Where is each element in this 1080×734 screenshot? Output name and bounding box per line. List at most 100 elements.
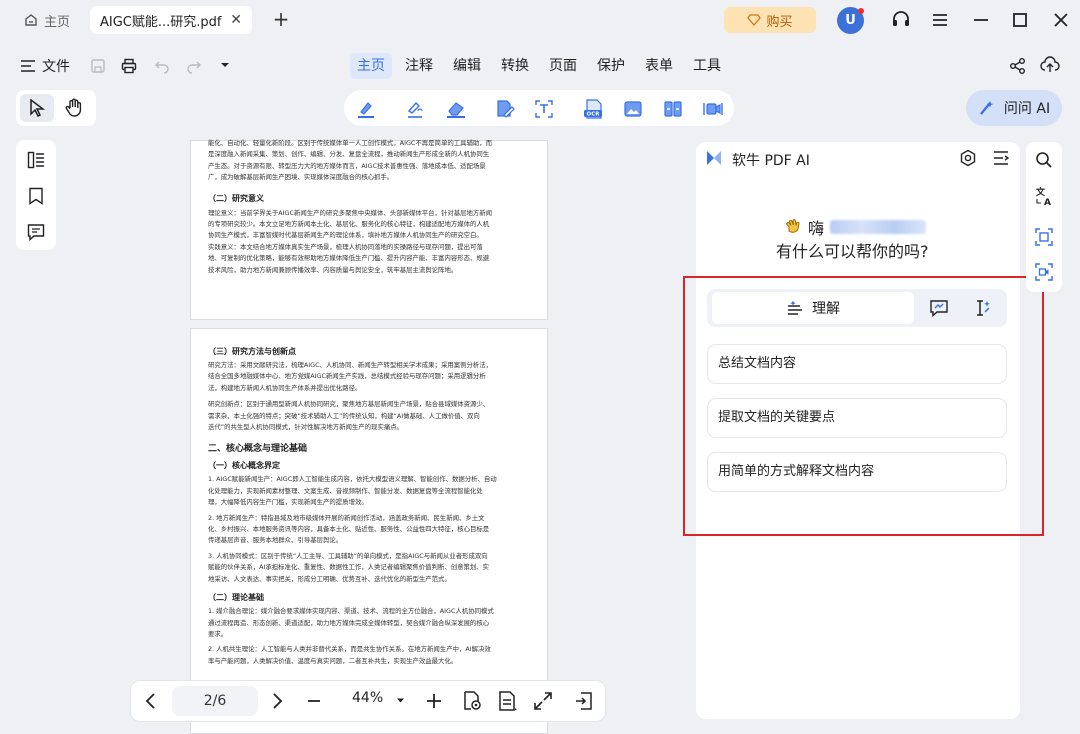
text-line: 地、可复制的优化策略，能够有效帮助地方媒体降低生产门槛、提升内容产能、丰富内容形… [208,254,490,263]
minimize-icon[interactable] [970,9,992,31]
text-line: 理，大幅降低内容生产门槛，实现新闻生产的提质增效。 [208,498,368,507]
text-line: 率与产能问题，人类解决价值、温度与真实问题，二者互补共生，实现生产效益最大化。 [208,656,458,665]
share-icon[interactable] [1009,57,1027,75]
tab-annotate[interactable]: 注释 [398,53,440,79]
file-menu-label: 文件 [42,59,70,75]
notification-dot [858,8,864,14]
ai-panel-title: 软牛 PDF AI [732,153,810,169]
chapter-heading: 二、核心概念与理论基础 [208,444,308,455]
edit-text-icon[interactable] [494,99,516,119]
text-line: 1. AIGC赋能新闻生产：AIGC即人工智能生成内容，依托大模型语义理解、智能… [208,475,497,484]
ask-ai-button[interactable]: 问问 AI [966,90,1062,126]
zoom-out-icon[interactable] [306,692,322,710]
record-tool-icon[interactable] [702,99,724,119]
undo-icon[interactable] [154,58,170,74]
document-tab-label: AIGC赋能...研究.pdf [100,14,222,30]
ai-history-icon[interactable] [992,149,1010,167]
svg-text:A: A [1044,198,1051,206]
text-line: 地采访、人文表达、事实把关，形成分工明确、优势互补、迭代优化的新型生产范式。 [208,574,451,583]
new-tab-icon[interactable]: + [270,8,292,30]
translate-icon[interactable]: 文A [1034,186,1054,206]
section-heading: （三）研究方法与创新点 [208,347,296,356]
text-line: 传递基层声音、服务本地群众、引导基层舆论。 [208,536,343,545]
fit-page-icon[interactable] [533,691,553,711]
next-page-icon[interactable] [270,692,284,710]
page-layout-icon[interactable] [497,690,519,712]
capture-video-icon[interactable] [1034,262,1054,282]
close-tab-icon[interactable]: ✕ [230,12,242,28]
redo-icon[interactable] [186,58,202,74]
select-cursor-icon[interactable] [29,99,45,117]
menu-icon[interactable] [929,9,951,31]
ai-settings-icon[interactable] [959,149,977,167]
text-line: 广，成为破解基层新闻生产困境、实现媒体深度融合的核心抓手。 [208,173,394,182]
tab-home[interactable]: 主页 [350,53,392,79]
zoom-level[interactable]: 44% [352,690,383,706]
scan-text-icon[interactable] [534,99,554,119]
page-number-input[interactable]: 2/6 [172,686,258,716]
greeting: 嗨 [784,215,927,239]
document-tab[interactable]: AIGC赋能...研究.pdf ✕ [90,6,252,34]
support-headset-icon[interactable] [890,9,912,31]
home-tab[interactable]: 主页 [14,6,82,34]
prev-page-icon[interactable] [144,692,158,710]
home-tab-label: 主页 [44,14,71,30]
tab-convert[interactable]: 转换 [494,53,536,79]
text-line: 结合全国多地融媒体中心、地方党媒AIGC新闻生产实践，总结模式经验与现存问题；采… [208,372,486,381]
print-icon[interactable] [121,58,137,74]
text-line: 需求杂、本土化强的特点；突破“技术辅助人工”的传统认知，构建“AI做基础、人工做… [208,411,480,420]
hand-tool-icon[interactable] [65,98,83,118]
text-line: 化、乡村振兴、本地服务资讯等内容，具备本土化、贴近性、服务性、公益性四大特征，核… [208,525,490,534]
underline-tool-icon[interactable] [405,99,425,119]
waving-hand-icon [784,218,802,236]
quick-access-dropdown-icon[interactable] [220,61,230,69]
text-line: 产生态。对于资源有限、转型压力大的地方媒体而言，AIGC技术普惠性强、落地成本低… [208,161,486,170]
username-blurred [830,220,927,234]
tab-edit[interactable]: 编辑 [446,53,488,79]
text-line: 实践意义：本文结合地方媒体真实生产场景，梳理人机协同落地的实操路径与现存问题，提… [208,242,483,251]
section-heading: （二）研究意义 [208,193,264,203]
view-mode-icon[interactable] [462,690,484,712]
text-line: 2. 地方新闻生产：特指县域及地市级媒体开展的新闻创作活动，涵盖政务新闻、民生新… [208,513,485,522]
file-menu[interactable]: 文件 [20,56,70,76]
text-line: 研究方法：采用文献研究法，梳理AIGC、人机协同、新闻生产转型相关学术成果；采用… [208,361,493,369]
text-line: 理论意义：当前学界关于AIGC新闻生产的研究多聚焦中央媒体、头部新媒体平台，针对… [208,208,493,217]
text-line: 迭代”的共生型人机协同模式，针对性解决地方新闻生产的现实痛点。 [208,423,404,432]
comments-icon[interactable] [27,223,45,241]
tab-protect[interactable]: 保护 [590,53,632,79]
search-icon[interactable] [1035,151,1053,169]
diamond-icon [747,14,762,26]
compare-tool-icon[interactable] [663,99,683,119]
exit-fullscreen-icon[interactable] [574,691,594,711]
text-line: 化处理能力，实现新闻素材整理、文案生成、音视频制作、智能分发、数据复盘等全流程智… [208,486,483,495]
tab-page[interactable]: 页面 [542,53,584,79]
screenshot-icon[interactable] [1034,227,1054,247]
svg-text:OCR: OCR [587,112,601,118]
eraser-tool-icon[interactable] [445,99,467,119]
text-line: 赋能的伙伴关系，AI承担标准化、重复性、数据性工作，人类记者编辑聚焦价值判断、创… [208,563,490,572]
save-icon[interactable] [90,58,106,74]
bookmark-icon[interactable] [28,187,44,205]
cloud-upload-icon[interactable] [1040,56,1060,74]
image-tool-icon[interactable] [623,99,643,119]
zoom-in-icon[interactable] [425,692,443,710]
text-line: 的专项研究较少。本文立足地方新闻本土化、基层化、服务化的核心特征，构建适配地方媒… [208,220,490,229]
buy-button[interactable]: 购买 [724,7,816,33]
tab-form[interactable]: 表单 [638,53,680,79]
text-line: 3. 人机协同模式：区别于传统“人工主导、工具辅助”的单向模式，是指AIGC与新… [208,551,488,560]
text-line: 法，构建地方新闻人机协同生产体系并提出优化路径。 [208,383,362,392]
close-window-icon[interactable] [1050,9,1072,31]
svg-text:文: 文 [1035,186,1046,198]
text-line: 要求。 [208,629,228,638]
highlight-box [683,276,1044,536]
text-line: 2. 人机共生理论：人工智能与人类并非替代关系，而是共生协作关系。在地方新闻生产… [208,645,491,654]
ocr-icon[interactable]: OCR [583,98,605,120]
buy-label: 购买 [766,14,793,30]
maximize-icon[interactable] [1009,9,1031,31]
text-line: 能化、自动化、轻量化新阶段。区别于传统媒体单一人工创作模式，AIGC不再是简单的… [208,139,493,147]
thumbnails-icon[interactable] [27,151,45,169]
highlight-tool-icon[interactable] [356,99,376,119]
zoom-dropdown-icon[interactable] [396,697,405,704]
hamburger-icon [20,59,36,73]
tab-tools[interactable]: 工具 [686,53,728,79]
